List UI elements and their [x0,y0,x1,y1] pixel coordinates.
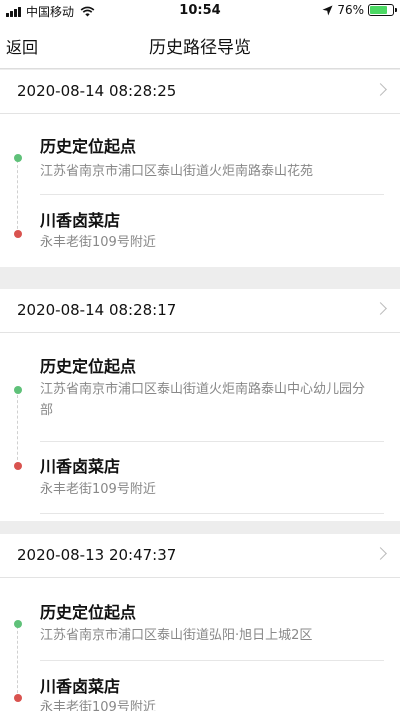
record-header[interactable]: 2020-08-14 08:28:17 [0,289,400,333]
end-title: 川香卤菜店 [40,457,121,476]
end-address: 永丰老街109号附近 [40,235,156,250]
start-address: 江苏省南京市浦口区泰山街道火炬南路泰山花苑 [40,164,314,179]
record-time: 2020-08-13 20:47:37 [17,546,177,564]
start-title: 历史定位起点 [40,603,137,622]
start-title: 历史定位起点 [40,357,137,376]
record-time: 2020-08-14 08:28:17 [17,301,177,319]
end-point-icon [14,462,22,470]
end-title: 川香卤菜店 [40,677,121,696]
status-right: 76% [322,3,397,17]
start-point-icon [14,620,22,628]
battery-icon [368,4,397,16]
record-header[interactable]: 2020-08-14 08:28:25 [0,70,400,114]
chevron-right-icon [374,547,387,560]
record-time: 2020-08-14 08:28:25 [17,82,177,100]
history-record-card[interactable]: 2020-08-14 08:28:17 历史定位起点 江苏省南京市浦口区泰山街道… [0,289,400,521]
end-point-icon [14,694,22,702]
record-header[interactable]: 2020-08-13 20:47:37 [0,534,400,578]
route-dashed-line [17,395,18,465]
divider [40,194,384,195]
start-address: 江苏省南京市浦口区泰山街道弘阳·旭日上城2区 [40,628,313,643]
chevron-right-icon [374,302,387,315]
end-address: 永丰老街109号附近 [40,482,156,497]
start-point-icon [14,154,22,162]
route-dashed-line [17,160,18,234]
end-title: 川香卤菜店 [40,211,121,230]
divider [40,441,384,442]
battery-fill [370,6,387,14]
location-arrow-icon [322,5,333,15]
history-record-card[interactable]: 2020-08-14 08:28:25 历史定位起点 江苏省南京市浦口区泰山街道… [0,70,400,267]
history-record-card[interactable]: 2020-08-13 20:47:37 历史定位起点 江苏省南京市浦口区泰山街道… [0,534,400,711]
end-point-icon [14,230,22,238]
status-bar: 中国移动 10:54 76% [0,0,400,22]
nav-bar: 返回 历史路径导览 [0,22,400,69]
route-dashed-line [17,626,18,698]
chevron-right-icon [374,83,387,96]
start-title: 历史定位起点 [40,137,137,156]
divider [40,513,384,514]
battery-percent: 76% [337,3,364,17]
divider [40,660,384,661]
start-point-icon [14,386,22,394]
start-address: 江苏省南京市浦口区泰山街道火炬南路泰山中心幼儿园分部 [40,382,366,418]
end-address: 永丰老街109号附近 [40,700,156,711]
page-title: 历史路径导览 [149,38,251,58]
